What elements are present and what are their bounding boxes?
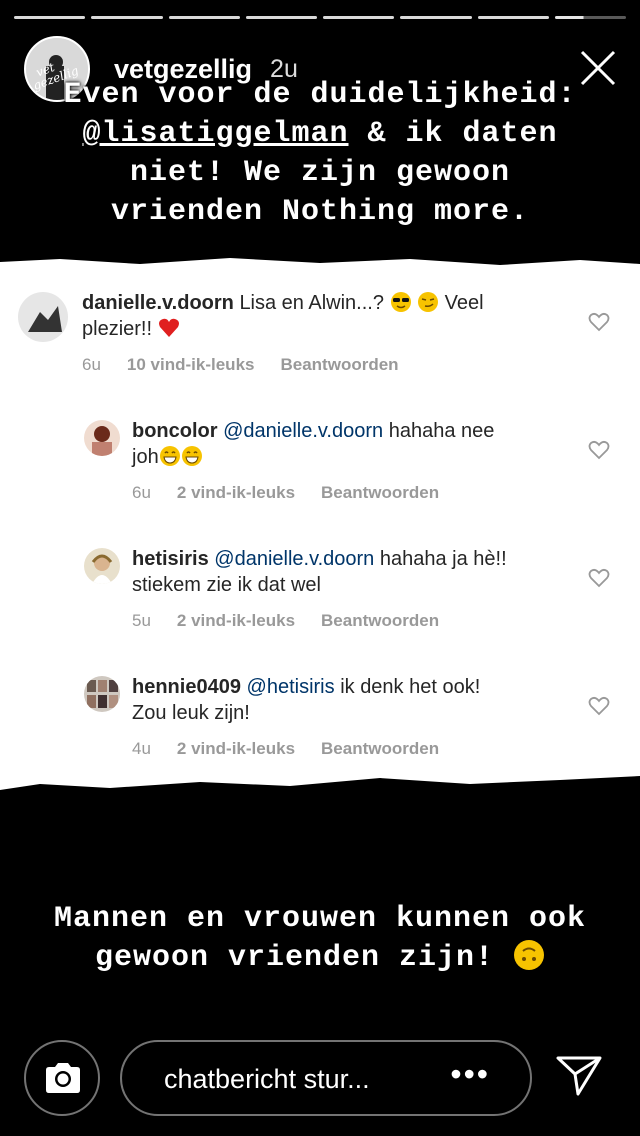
comment-meta: 4u 2 vind-ik-leuks Beantwoorden	[132, 739, 465, 759]
commenter-avatar[interactable]	[84, 548, 120, 584]
story-text-bottom: Mannen en vrouwen kunnen ook gewoon vrie…	[0, 900, 640, 978]
comment-text: hetisiris @danielle.v.doorn hahaha ja hè…	[132, 546, 552, 598]
comment-username[interactable]: boncolor	[132, 420, 218, 442]
progress-segment	[14, 16, 86, 19]
chat-message-input[interactable]: chatbericht stur... •••	[120, 1040, 532, 1116]
comment-body: ik denk het ook!	[340, 676, 481, 698]
comment-body: hahaha ja hè!!	[379, 548, 507, 570]
story-text-top: Even voor de duidelijkheid: @lisatiggelm…	[0, 76, 640, 232]
smirk-emoji	[418, 292, 439, 312]
heart-icon[interactable]	[588, 568, 610, 588]
progress-segment	[245, 16, 317, 19]
comment-likes[interactable]: 2 vind-ik-leuks	[177, 611, 295, 631]
comment-body: joh	[132, 446, 159, 468]
comment-body: plezier!!	[82, 318, 153, 340]
comment-likes[interactable]: 2 vind-ik-leuks	[177, 739, 295, 759]
commenter-avatar[interactable]	[18, 292, 68, 342]
progress-segment	[400, 16, 472, 19]
commenter-avatar[interactable]	[84, 420, 120, 456]
progress-segment-current	[554, 16, 626, 19]
comments-screenshot: danielle.v.doorn Lisa en Alwin...? Veel …	[0, 256, 640, 794]
heart-icon[interactable]	[588, 696, 610, 716]
comment-body: Lisa en Alwin...?	[239, 292, 384, 314]
grin-emoji	[159, 446, 180, 466]
story-text-line: vrienden Nothing more.	[110, 195, 530, 229]
more-dots-icon[interactable]: •••	[450, 1056, 490, 1093]
story-text-fragment: gewoon vrienden zijn!	[94, 941, 495, 975]
sunglasses-emoji	[390, 292, 411, 312]
grin-emoji	[181, 446, 202, 466]
comment-text: hennie0409 @hetisiris ik denk het ook! Z…	[132, 674, 552, 726]
comment-likes[interactable]: 10 vind-ik-leuks	[127, 355, 255, 375]
comment-meta: 6u 10 vind-ik-leuks Beantwoorden	[82, 355, 425, 375]
comment-username[interactable]: hennie0409	[132, 676, 241, 698]
story-text-line: @lisatiggelman & ik daten	[82, 117, 558, 151]
comment-likes[interactable]: 2 vind-ik-leuks	[177, 483, 295, 503]
camera-icon	[46, 1063, 80, 1093]
red-heart-emoji	[158, 318, 179, 337]
camera-button[interactable]	[24, 1040, 100, 1116]
mention-link[interactable]: @hetisiris	[247, 676, 335, 698]
comment-username[interactable]: hetisiris	[132, 548, 209, 570]
comment-text: danielle.v.doorn Lisa en Alwin...? Veel …	[82, 290, 542, 342]
comment-time: 4u	[132, 739, 151, 758]
comment-body: stiekem zie ik dat wel	[132, 574, 321, 596]
story-text-line: niet! We zijn gewoon	[129, 156, 511, 190]
reply-button[interactable]: Beantwoorden	[321, 483, 439, 503]
progress-segment	[91, 16, 163, 19]
story-text-line: gewoon vrienden zijn!	[0, 939, 640, 978]
story-text-line: Mannen en vrouwen kunnen ook	[53, 902, 587, 936]
comment-body: Zou leuk zijn!	[132, 702, 250, 724]
story-text-line: Even voor de duidelijkheid:	[63, 78, 577, 112]
heart-icon[interactable]	[588, 312, 610, 332]
heart-icon[interactable]	[588, 440, 610, 460]
progress-segment	[323, 16, 395, 19]
reply-button[interactable]: Beantwoorden	[321, 611, 439, 631]
comment-meta: 6u 2 vind-ik-leuks Beantwoorden	[132, 483, 465, 503]
chat-placeholder: chatbericht stur...	[164, 1064, 370, 1094]
mention-link[interactable]: @danielle.v.doorn	[223, 420, 383, 442]
comment-time: 6u	[82, 355, 101, 374]
mention-link[interactable]: @lisatiggelman	[82, 117, 348, 151]
comment-meta: 5u 2 vind-ik-leuks Beantwoorden	[132, 611, 465, 631]
upside-down-face-emoji	[514, 940, 545, 970]
reply-button[interactable]: Beantwoorden	[280, 355, 398, 375]
comment-time: 5u	[132, 611, 151, 630]
mention-link[interactable]: @danielle.v.doorn	[214, 548, 374, 570]
progress-segment	[477, 16, 549, 19]
comment-body: Veel	[444, 292, 484, 314]
message-composer: chatbericht stur... •••	[0, 1040, 640, 1120]
story-progress-bar	[14, 16, 626, 19]
comment-text: boncolor @danielle.v.doorn hahaha nee jo…	[132, 418, 552, 470]
comment-time: 6u	[132, 483, 151, 502]
commenter-avatar[interactable]	[84, 676, 120, 712]
previous-arrow-icon[interactable]	[0, 526, 10, 556]
send-paper-plane-icon[interactable]	[554, 1052, 604, 1098]
comment-body: hahaha nee	[388, 420, 495, 442]
progress-segment	[168, 16, 240, 19]
comment-username[interactable]: danielle.v.doorn	[82, 292, 234, 314]
reply-button[interactable]: Beantwoorden	[321, 739, 439, 759]
